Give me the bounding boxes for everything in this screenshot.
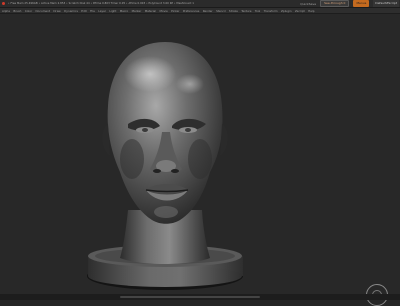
bottom-shelf bbox=[0, 294, 400, 300]
menu-document[interactable]: Document bbox=[36, 9, 51, 13]
menu-movie[interactable]: Movie bbox=[159, 9, 167, 13]
menu-render[interactable]: Render bbox=[203, 9, 213, 13]
default-zscript-button[interactable]: DefaultZScript bbox=[373, 0, 399, 7]
menu-macro[interactable]: Macro bbox=[120, 9, 128, 13]
menu-transform[interactable]: Transform bbox=[264, 9, 278, 13]
sculpted-head-model[interactable] bbox=[0, 14, 400, 294]
app-logo-icon bbox=[2, 2, 5, 5]
menu-edit[interactable]: Edit bbox=[81, 9, 86, 13]
viewport-canvas[interactable] bbox=[0, 14, 400, 306]
menu-file[interactable]: File bbox=[90, 9, 95, 13]
see-through-slider[interactable]: See-through 0 bbox=[320, 0, 350, 7]
menu-draw[interactable]: Draw bbox=[53, 9, 60, 13]
menu-dynamics[interactable]: Dynamics bbox=[64, 9, 78, 13]
title-bar: • Free Mem 25.496GB • Active Mem 2.853 •… bbox=[0, 0, 400, 8]
menu-help[interactable]: Help bbox=[308, 9, 314, 13]
title-actions: QuickSave See-through 0 Menus DefaultZSc… bbox=[300, 0, 400, 8]
menu-layer[interactable]: Layer bbox=[98, 9, 106, 13]
menu-light[interactable]: Light bbox=[109, 9, 116, 13]
menu-marker[interactable]: Marker bbox=[132, 9, 142, 13]
quicksave-button[interactable]: QuickSave bbox=[300, 2, 316, 6]
menu-zscript[interactable]: Zscript bbox=[295, 9, 305, 13]
menus-button[interactable]: Menus bbox=[353, 0, 370, 7]
menu-color[interactable]: Color bbox=[25, 9, 32, 13]
status-info: • Free Mem 25.496GB • Active Mem 2.853 •… bbox=[2, 2, 300, 5]
menu-texture[interactable]: Texture bbox=[241, 9, 251, 13]
menu-stroke[interactable]: Stroke bbox=[229, 9, 238, 13]
memory-status-text: • Free Mem 25.496GB • Active Mem 2.853 •… bbox=[8, 2, 194, 5]
menu-material[interactable]: Material bbox=[145, 9, 156, 13]
menu-preferences[interactable]: Preferences bbox=[183, 9, 199, 13]
menu-stencil[interactable]: Stencil bbox=[216, 9, 225, 13]
menu-brush[interactable]: Brush bbox=[13, 9, 21, 13]
menu-zplugin[interactable]: Zplugin bbox=[281, 9, 292, 13]
menu-tool[interactable]: Tool bbox=[255, 9, 260, 13]
horizontal-scrollbar[interactable] bbox=[120, 296, 260, 298]
menu-picker[interactable]: Picker bbox=[171, 9, 179, 13]
menu-alpha[interactable]: Alpha bbox=[2, 9, 10, 13]
